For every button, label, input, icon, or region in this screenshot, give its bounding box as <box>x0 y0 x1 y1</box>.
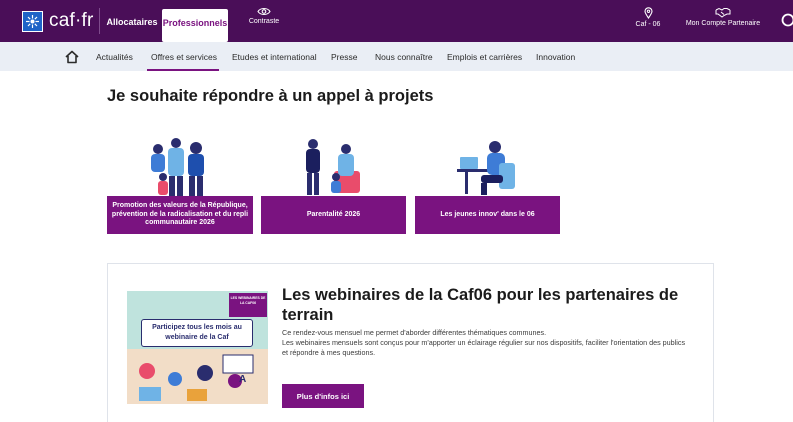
webinaire-paragraph-2: Les webinaires mensuels sont conçus pour… <box>282 338 686 357</box>
contraste-toggle[interactable]: Contraste <box>244 7 284 25</box>
svg-text:A: A <box>239 374 246 385</box>
nav-item-innovation[interactable]: Innovation <box>536 52 575 62</box>
webinaire-paragraph-1: Ce rendez-vous mensuel me permet d'abord… <box>282 328 547 337</box>
young-worker-illustration <box>457 141 515 195</box>
account-button[interactable]: Mon Compte Partenaire <box>680 7 766 27</box>
account-label: Mon Compte Partenaire <box>685 20 761 27</box>
tab-professionnels[interactable]: Professionnels <box>162 9 228 42</box>
location-pin-icon <box>643 7 653 19</box>
card-parentalite[interactable]: Parentalité 2026 <box>261 196 406 234</box>
nav-item-nous-connaitre[interactable]: Nous connaître <box>375 52 433 62</box>
nav-item-actualites[interactable]: Actualités <box>96 52 133 62</box>
webinaire-thumbnail-caption: Participez tous les mois au webinaire de… <box>141 319 253 347</box>
plus-infos-button[interactable]: Plus d'infos ici <box>282 384 364 408</box>
parents-illustration <box>306 139 360 195</box>
webinaire-illustration: A <box>127 291 268 404</box>
location-selector[interactable]: Caf - 06 <box>630 7 666 28</box>
logo-text: caf·fr <box>49 10 94 31</box>
card-promotion-valeurs[interactable]: Promotion des valeurs de la République, … <box>107 196 253 234</box>
nav-item-offres-services[interactable]: Offres et services <box>151 52 217 62</box>
nav-item-emplois-carrieres[interactable]: Emplois et carrières <box>447 52 522 62</box>
card-jeunes-innov[interactable]: Les jeunes innov' dans le 06 <box>415 196 560 234</box>
webinaire-thumbnail[interactable]: A LES WEBINAIRES DE LA CAF06 Participez … <box>127 291 268 404</box>
nav-active-indicator <box>147 69 219 71</box>
header-divider <box>99 8 100 34</box>
search-icon[interactable] <box>779 9 793 33</box>
webinaire-title: Les webinaires de la Caf06 pour les part… <box>282 286 679 324</box>
nav-item-etudes-international[interactable]: Etudes et international <box>232 52 317 62</box>
handshake-icon <box>715 7 731 18</box>
contraste-label: Contraste <box>248 18 280 25</box>
eye-icon <box>257 7 271 16</box>
tab-allocataires[interactable]: Allocataires <box>104 9 160 35</box>
webinaire-description: Ce rendez-vous mensuel me permet d'abord… <box>282 328 692 358</box>
caf-logo[interactable]: caf·fr <box>22 10 93 32</box>
nav-item-presse[interactable]: Presse <box>331 52 357 62</box>
home-icon[interactable] <box>64 49 80 65</box>
family-illustration <box>151 138 204 196</box>
page-title: Je souhaite répondre à un appel à projet… <box>107 87 434 105</box>
webinaire-thumbnail-tag: LES WEBINAIRES DE LA CAF06 <box>230 296 266 305</box>
caf-emblem-icon <box>22 10 43 32</box>
location-label: Caf - 06 <box>635 21 661 28</box>
